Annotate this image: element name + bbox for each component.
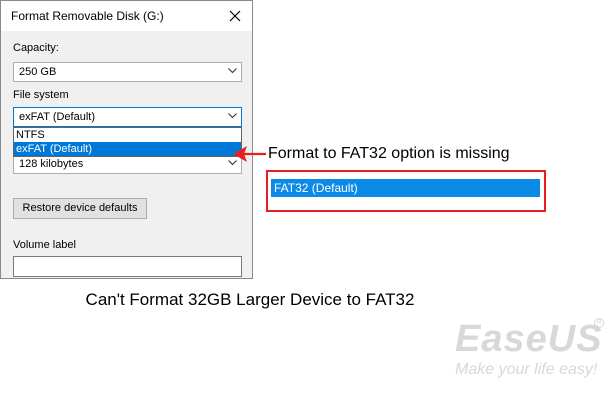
dropdown-option-exfat[interactable]: exFAT (Default)	[14, 142, 241, 156]
close-icon	[229, 10, 241, 22]
volume-label-label: Volume label	[13, 239, 76, 251]
dialog-titlebar: Format Removable Disk (G:)	[1, 1, 252, 31]
allocation-value: 128 kilobytes	[19, 158, 84, 170]
chevron-down-icon	[228, 113, 237, 119]
volume-label-input[interactable]	[13, 256, 242, 277]
registered-icon: R	[594, 318, 604, 328]
capacity-label: Capacity:	[13, 42, 59, 54]
dropdown-option-ntfs[interactable]: NTFS	[14, 128, 241, 142]
capacity-value: 250 GB	[19, 66, 57, 78]
easeus-logo: EaseUS	[455, 318, 603, 360]
filesystem-value: exFAT (Default)	[19, 111, 96, 123]
capacity-select[interactable]: 250 GB	[13, 62, 242, 82]
filesystem-label: File system	[13, 89, 69, 101]
close-button[interactable]	[218, 1, 252, 31]
page-caption: Can't Format 32GB Larger Device to FAT32	[85, 290, 415, 309]
restore-defaults-button[interactable]: Restore device defaults	[13, 198, 147, 219]
allocation-select[interactable]: 128 kilobytes	[13, 154, 242, 174]
filesystem-dropdown-list: NTFS exFAT (Default)	[13, 127, 242, 157]
filesystem-select[interactable]: exFAT (Default)	[13, 107, 242, 127]
red-arrow-icon	[233, 146, 266, 162]
fat32-option: FAT32 (Default)	[271, 179, 540, 197]
annotation-text: Format to FAT32 option is missing	[268, 145, 510, 162]
logo-slogan: Make your life easy!	[455, 361, 598, 378]
format-dialog: Format Removable Disk (G:) Capacity: 250…	[0, 0, 253, 279]
dialog-title: Format Removable Disk (G:)	[11, 9, 164, 23]
chevron-down-icon	[228, 68, 237, 74]
